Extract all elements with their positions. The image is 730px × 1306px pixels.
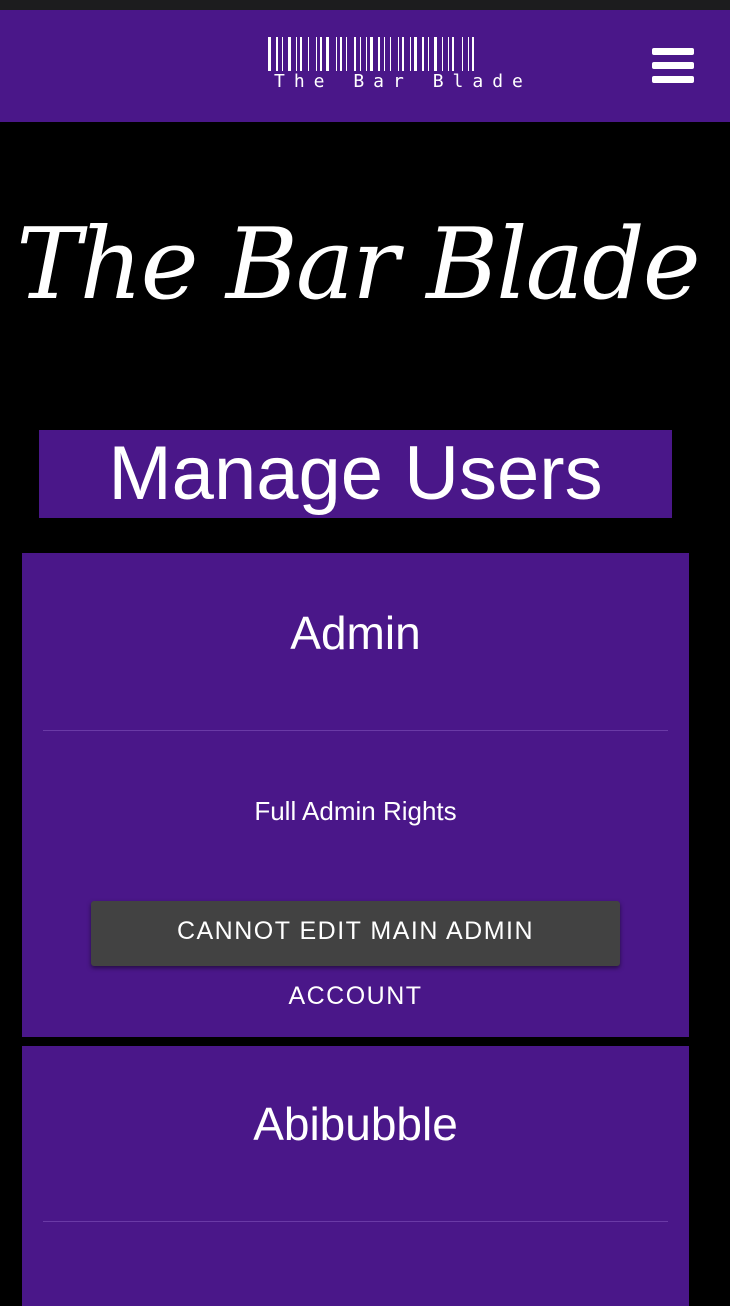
card-divider	[43, 1221, 668, 1222]
button-label-line1: Cannot edit main admin	[176, 917, 535, 945]
user-name: Admin	[290, 607, 421, 659]
page-title: Manage Users	[108, 431, 603, 516]
user-card-admin: Admin Full Admin Rights Cannot edit main…	[22, 553, 689, 1037]
barcode-icon	[268, 37, 474, 71]
card-divider	[43, 730, 668, 731]
user-rights: Full Admin Rights	[254, 796, 457, 826]
hero-title: The Bar Blade	[16, 208, 701, 322]
cannot-edit-admin-button[interactable]: Cannot edit main admin	[91, 901, 620, 966]
button-label-line2: account	[288, 982, 423, 1010]
user-card-abibubble: Abibubble	[22, 1046, 689, 1306]
page-heading-banner: Manage Users	[39, 430, 672, 518]
site-logo[interactable]: The Bar Blade	[268, 37, 523, 95]
hamburger-menu-icon[interactable]	[650, 45, 696, 87]
status-bar	[0, 0, 730, 10]
user-name: Abibubble	[253, 1098, 458, 1150]
top-navbar: The Bar Blade	[0, 10, 730, 122]
logo-text: The Bar Blade	[274, 71, 532, 92]
